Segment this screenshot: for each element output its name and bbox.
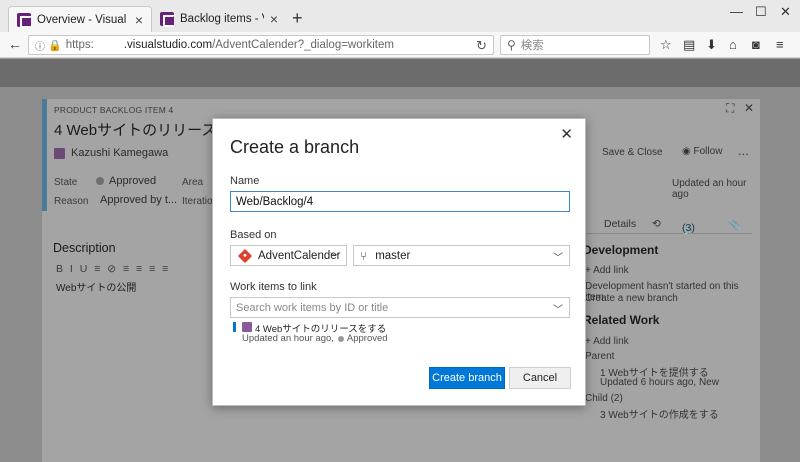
close-icon[interactable]: ✕ — [560, 125, 573, 143]
avatar — [54, 147, 65, 159]
name-label: Name — [230, 175, 260, 187]
work-items-label: Work items to link — [230, 281, 317, 293]
base-branch-value: master — [375, 249, 411, 262]
home-icon[interactable]: ⌂ — [729, 37, 737, 52]
work-item-search-placeholder: Search work items by ID or title — [236, 301, 389, 314]
browser-nav-bar: ← ⓘ 🔒 https: .visualstudio.com/AdventCale… — [0, 32, 800, 58]
linked-work-item[interactable]: 4 Webサイトのリリースをする Updated an hour ago, Ap… — [233, 321, 533, 345]
work-item-color-stripe — [42, 99, 47, 211]
window-close-icon[interactable]: ✕ — [780, 4, 791, 20]
backlog-item-icon — [242, 322, 252, 332]
reading-list-icon[interactable]: ▤ — [683, 37, 695, 53]
chevron-down-icon: ﹀ — [553, 305, 563, 316]
area-label: Area — [182, 177, 204, 188]
pocket-icon[interactable]: ◙ — [752, 37, 760, 52]
development-heading: Development — [583, 243, 659, 257]
reload-icon[interactable]: ↻ — [476, 38, 487, 54]
user-name: Kazushi Kamegawa — [71, 147, 169, 159]
create-branch-button[interactable]: Create branch — [429, 367, 505, 389]
eye-icon: ◉ — [682, 146, 694, 157]
based-on-label: Based on — [230, 229, 277, 241]
parent-label: Parent — [585, 351, 615, 362]
related-item-parent-meta: Updated 6 hours ago, New — [600, 377, 719, 388]
work-item-color-bar — [233, 322, 236, 332]
create-branch-dialog: Create a branch ✕ Name Based on AdventCa… — [212, 118, 586, 406]
lock-icon: 🔒 — [48, 39, 62, 52]
close-icon[interactable]: ✕ — [744, 101, 754, 115]
search-icon: ⚲ — [507, 38, 516, 52]
description-text[interactable]: Webサイトの公開 — [56, 279, 136, 294]
info-icon: ⓘ — [35, 41, 45, 53]
updated-text: Updated an hour ago — [672, 178, 747, 200]
cancel-button[interactable]: Cancel — [509, 367, 571, 389]
branch-name-input[interactable] — [230, 191, 570, 212]
repository-select[interactable]: AdventCalender ﹀ — [230, 245, 347, 266]
child-label: Child (2) — [585, 393, 623, 404]
follow-button[interactable]: ◉ Follow — [682, 146, 722, 157]
tab-details[interactable]: Details — [604, 218, 636, 230]
download-icon[interactable]: ⬇ — [706, 37, 717, 53]
back-icon[interactable]: ← — [8, 36, 22, 52]
chevron-down-icon: ﹀ — [330, 253, 340, 264]
search-placeholder: 検索 — [520, 40, 544, 52]
state-field[interactable]: Approved — [96, 175, 156, 187]
close-tab-icon[interactable]: × — [270, 11, 278, 27]
tab-label: Backlog items - Visual Stu... — [180, 13, 264, 25]
state-dot — [337, 335, 344, 342]
visual-studio-icon — [17, 12, 32, 28]
save-close-button[interactable]: Save & Close — [602, 147, 663, 158]
browser-tab-bar: Overview - Visual Studio T... × Backlog … — [0, 0, 800, 32]
browser-search-box[interactable]: ⚲ 検索 — [500, 35, 650, 55]
description-toolbar[interactable]: B I U ≡ ⊘ ≡ ≡ ≡ ≡ — [56, 263, 170, 275]
state-label: State — [54, 177, 78, 188]
reason-label: Reason — [54, 196, 89, 207]
tab-label: Overview - Visual Studio T... — [37, 13, 129, 26]
related-work-heading: Related Work — [583, 313, 660, 327]
dialog-title: Create a branch — [230, 137, 360, 157]
git-repo-icon — [237, 248, 253, 263]
bookmark-star-icon[interactable]: ☆ — [660, 37, 672, 53]
url-text: https: .visualstudio.com/AdventCalender?_… — [65, 39, 394, 51]
chevron-down-icon: ﹀ — [553, 253, 563, 264]
visual-studio-icon — [160, 12, 175, 27]
reason-field[interactable]: Approved by t... — [100, 194, 177, 206]
browser-tab-backlog[interactable]: Backlog items - Visual Stu... × — [152, 6, 286, 32]
assigned-user[interactable]: Kazushi Kamegawa — [54, 147, 168, 159]
branch-icon: ⑂ — [360, 248, 368, 263]
dev-add-link[interactable]: + Add link — [585, 265, 629, 276]
create-branch-link[interactable]: Create a new branch — [585, 293, 678, 304]
close-tab-icon[interactable]: × — [135, 12, 143, 28]
minimize-icon[interactable]: — — [730, 4, 743, 19]
description-heading: Description — [53, 241, 116, 255]
work-item-type: PRODUCT BACKLOG ITEM 4 — [54, 105, 174, 115]
browser-tab-overview[interactable]: Overview - Visual Studio T... × — [8, 6, 152, 32]
state-dot — [96, 177, 104, 185]
related-item-child[interactable]: 3 Webサイトの作成をする — [600, 406, 719, 421]
work-item-tabs: Details ⟲ 🔗 (3) 📎 — [582, 214, 752, 235]
more-actions-button[interactable]: ... — [738, 143, 749, 158]
attachment-icon[interactable]: 📎 — [728, 218, 741, 231]
work-item-search-input[interactable]: Search work items by ID or title ﹀ — [230, 297, 570, 318]
address-bar[interactable]: ⓘ 🔒 https: .visualstudio.com/AdventCalend… — [28, 35, 494, 55]
menu-icon[interactable]: ≡ — [776, 37, 784, 52]
vsts-header — [0, 59, 800, 87]
base-branch-select[interactable]: ⑂ master ﹀ — [353, 245, 570, 266]
expand-icon[interactable]: ⛶ — [726, 101, 734, 116]
related-add-link[interactable]: + Add link — [585, 336, 629, 347]
new-tab-icon[interactable]: + — [292, 8, 303, 29]
repository-value: AdventCalender — [258, 249, 341, 262]
history-icon[interactable]: ⟲ — [652, 218, 661, 230]
linked-work-item-meta: Updated an hour ago, Approved — [242, 333, 388, 344]
maximize-icon[interactable]: ☐ — [755, 4, 767, 20]
